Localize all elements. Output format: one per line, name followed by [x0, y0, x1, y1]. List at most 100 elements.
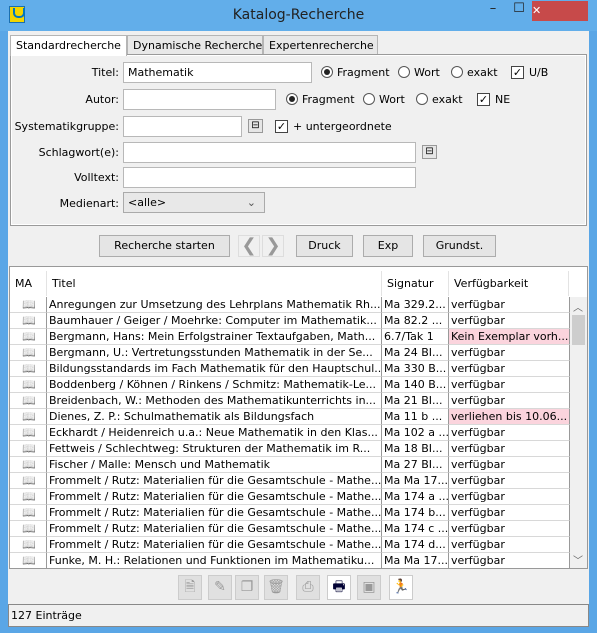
column-header-ma[interactable]: MA: [10, 271, 47, 296]
table-row[interactable]: 📖 Fischer / Malle: Mensch und Mathematik M…: [10, 457, 571, 473]
titel-input[interactable]: Mathematik: [123, 62, 312, 83]
print-button[interactable]: Druck: [296, 235, 353, 257]
prev-arrow-icon[interactable]: ❮: [238, 235, 260, 257]
tab-dynamische-recherche[interactable]: Dynamische Recherche: [127, 35, 263, 55]
autor-fragment-radio[interactable]: [286, 93, 298, 105]
tab-standardrecherche[interactable]: Standardrecherche: [10, 35, 127, 56]
status-bar: 127 Einträge: [8, 604, 589, 627]
titel-wort-radio[interactable]: [398, 66, 410, 78]
verfuegbarkeit-cell: verfügbar: [449, 377, 570, 393]
signatur-cell: Ma 174 d...: [382, 537, 449, 553]
titel-fragment-radio[interactable]: [321, 66, 333, 78]
systematik-input[interactable]: [123, 116, 242, 137]
signatur-cell: Ma Ma 17...: [384, 553, 449, 568]
titel-exakt-radio[interactable]: [451, 66, 463, 78]
table-row[interactable]: 📖 Boddenberg / Köhnen / Rinkens / Schmitz…: [10, 377, 571, 393]
table-row[interactable]: 📖 Frommelt / Rutz: Materialien für die Ge…: [10, 521, 571, 537]
titel-exakt-label: exakt: [467, 66, 498, 79]
table-row[interactable]: 📖 Fettweis / Schlechtweg: Strukturen der …: [10, 441, 571, 457]
verfuegbarkeit-cell: verfügbar: [449, 361, 570, 377]
title-cell: Bergmann, U.: Vertretungsstunden Mathema…: [47, 345, 382, 361]
untergeordnete-label: + untergeordnete: [293, 120, 392, 133]
minimize-button[interactable]: –: [480, 1, 506, 21]
tab-expertenrecherche[interactable]: Expertenrecherche: [263, 35, 378, 55]
book-icon: 📖: [10, 473, 47, 489]
signatur-cell: Ma 140 B...: [382, 377, 449, 393]
verfuegbarkeit-cell: verfügbar: [449, 537, 570, 553]
select-icon[interactable]: ▣: [357, 575, 381, 600]
column-header-signatur[interactable]: Signatur: [382, 271, 449, 296]
title-cell: Fettweis / Schlechtweg: Strukturen der M…: [47, 441, 382, 457]
signatur-cell: Ma 11 b ...: [382, 409, 449, 425]
ne-checkbox[interactable]: ✓: [477, 93, 490, 106]
verfuegbarkeit-cell: verfügbar: [449, 489, 570, 505]
title-cell: Fischer / Malle: Mensch und Mathematik: [47, 457, 382, 473]
title-cell: Frommelt / Rutz: Materialien für die Ges…: [47, 489, 382, 505]
exit-icon[interactable]: 🏃: [389, 575, 413, 600]
title-cell: Breidenbach, W.: Methoden des Mathematik…: [47, 393, 382, 409]
schlagwort-input[interactable]: [123, 142, 416, 163]
print-icon[interactable]: ⎙: [296, 575, 320, 600]
untergeordnete-checkbox[interactable]: ✓: [275, 120, 288, 133]
table-row[interactable]: 📖 Bildungsstandards im Fach Mathematik fü…: [10, 361, 571, 377]
search-button[interactable]: Recherche starten: [99, 235, 230, 257]
print-preview-icon[interactable]: 🖶: [327, 575, 351, 600]
scroll-down-icon[interactable]: ﹀: [573, 552, 583, 567]
table-row[interactable]: 📖 Bergmann, Hans: Mein Erfolgstrainer Tex…: [10, 329, 571, 345]
title-cell: Funke, M. H.: Relationen und Funktionen …: [47, 553, 382, 568]
title-cell: Boddenberg / Köhnen / Rinkens / Schmitz:…: [47, 377, 382, 393]
signatur-cell: 6.7/Tak 1: [382, 329, 449, 345]
edit-document-icon[interactable]: ✎: [208, 575, 232, 600]
table-row[interactable]: 📖 Frommelt / Rutz: Materialien für die Ge…: [10, 505, 571, 521]
reset-button[interactable]: Grundst.: [423, 235, 496, 257]
folder-icon[interactable]: ⊟: [248, 119, 263, 133]
maximize-button[interactable]: ☐: [506, 1, 532, 21]
folder-icon[interactable]: ⊟: [422, 145, 437, 159]
scroll-up-icon[interactable]: ︿: [573, 299, 583, 314]
table-row[interactable]: 📖 Dienes, Z. P.: Schulmathematik als Bild…: [10, 409, 571, 425]
table-row[interactable]: 📖 Funke, M. H.: Relationen und Funktionen…: [10, 553, 571, 568]
scrollbar-thumb[interactable]: [572, 315, 585, 345]
signatur-cell: Ma Ma 17...: [382, 473, 449, 489]
copy-icon[interactable]: ❐: [235, 575, 259, 600]
table-row[interactable]: 📖 Breidenbach, W.: Methoden des Mathemati…: [10, 393, 571, 409]
book-icon: 📖: [10, 409, 47, 425]
autor-exakt-radio[interactable]: [416, 93, 428, 105]
verfuegbarkeit-cell: verfügbar: [449, 345, 570, 361]
book-icon: 📖: [10, 441, 47, 457]
vertical-scrollbar[interactable]: ︿ ﹀: [570, 297, 587, 568]
table-row[interactable]: 📖 Frommelt / Rutz: Materialien für die Ge…: [10, 489, 571, 505]
column-header-titel[interactable]: Titel: [47, 271, 382, 296]
signatur-cell: Ma 18 BI...: [382, 441, 449, 457]
table-row[interactable]: 📖 Frommelt / Rutz: Materialien für die Ge…: [10, 537, 571, 553]
close-button[interactable]: ✕: [532, 1, 588, 21]
table-row[interactable]: 📖 Frommelt / Rutz: Materialien für die Ge…: [10, 473, 571, 489]
table-row[interactable]: 📖 Baumhauer / Geiger / Moehrke: Computer …: [10, 313, 571, 329]
export-button[interactable]: Exp: [363, 235, 413, 257]
table-row[interactable]: 📖 Eckhardt / Heidenreich u.a.: Neue Mathe…: [10, 425, 571, 441]
verfuegbarkeit-cell: verfügbar: [449, 441, 570, 457]
book-icon: 📖: [10, 393, 47, 409]
autor-fragment-label: Fragment: [302, 93, 355, 106]
titel-wort-label: Wort: [414, 66, 440, 79]
book-icon: 📖: [10, 425, 47, 441]
table-row[interactable]: 📖 Bergmann, U.: Vertretungsstunden Mathem…: [10, 345, 571, 361]
autor-input[interactable]: [123, 89, 276, 110]
signatur-cell: Ma 174 a ...: [382, 489, 449, 505]
titel-label: Titel:: [91, 66, 119, 79]
delete-icon[interactable]: 🗑: [264, 575, 288, 600]
volltext-input[interactable]: [123, 167, 416, 188]
new-document-icon[interactable]: 🗎: [178, 575, 202, 600]
book-icon: 📖: [10, 313, 47, 329]
autor-wort-radio[interactable]: [363, 93, 375, 105]
next-arrow-icon[interactable]: ❯: [262, 235, 284, 257]
table-row[interactable]: 📖 Anregungen zur Umsetzung des Lehrplans …: [10, 297, 571, 313]
title-cell: Baumhauer / Geiger / Moehrke: Computer i…: [47, 313, 382, 329]
medienart-select[interactable]: <alle> ⌄: [123, 192, 265, 213]
verfuegbarkeit-cell: verfügbar: [449, 521, 570, 537]
column-header-verfuegbarkeit[interactable]: Verfügbarkeit: [449, 271, 569, 296]
medienart-value: <alle>: [128, 196, 167, 209]
book-icon: 📖: [10, 505, 47, 521]
ub-checkbox[interactable]: ✓: [511, 66, 524, 79]
title-cell: Anregungen zur Umsetzung des Lehrplans M…: [47, 297, 382, 313]
